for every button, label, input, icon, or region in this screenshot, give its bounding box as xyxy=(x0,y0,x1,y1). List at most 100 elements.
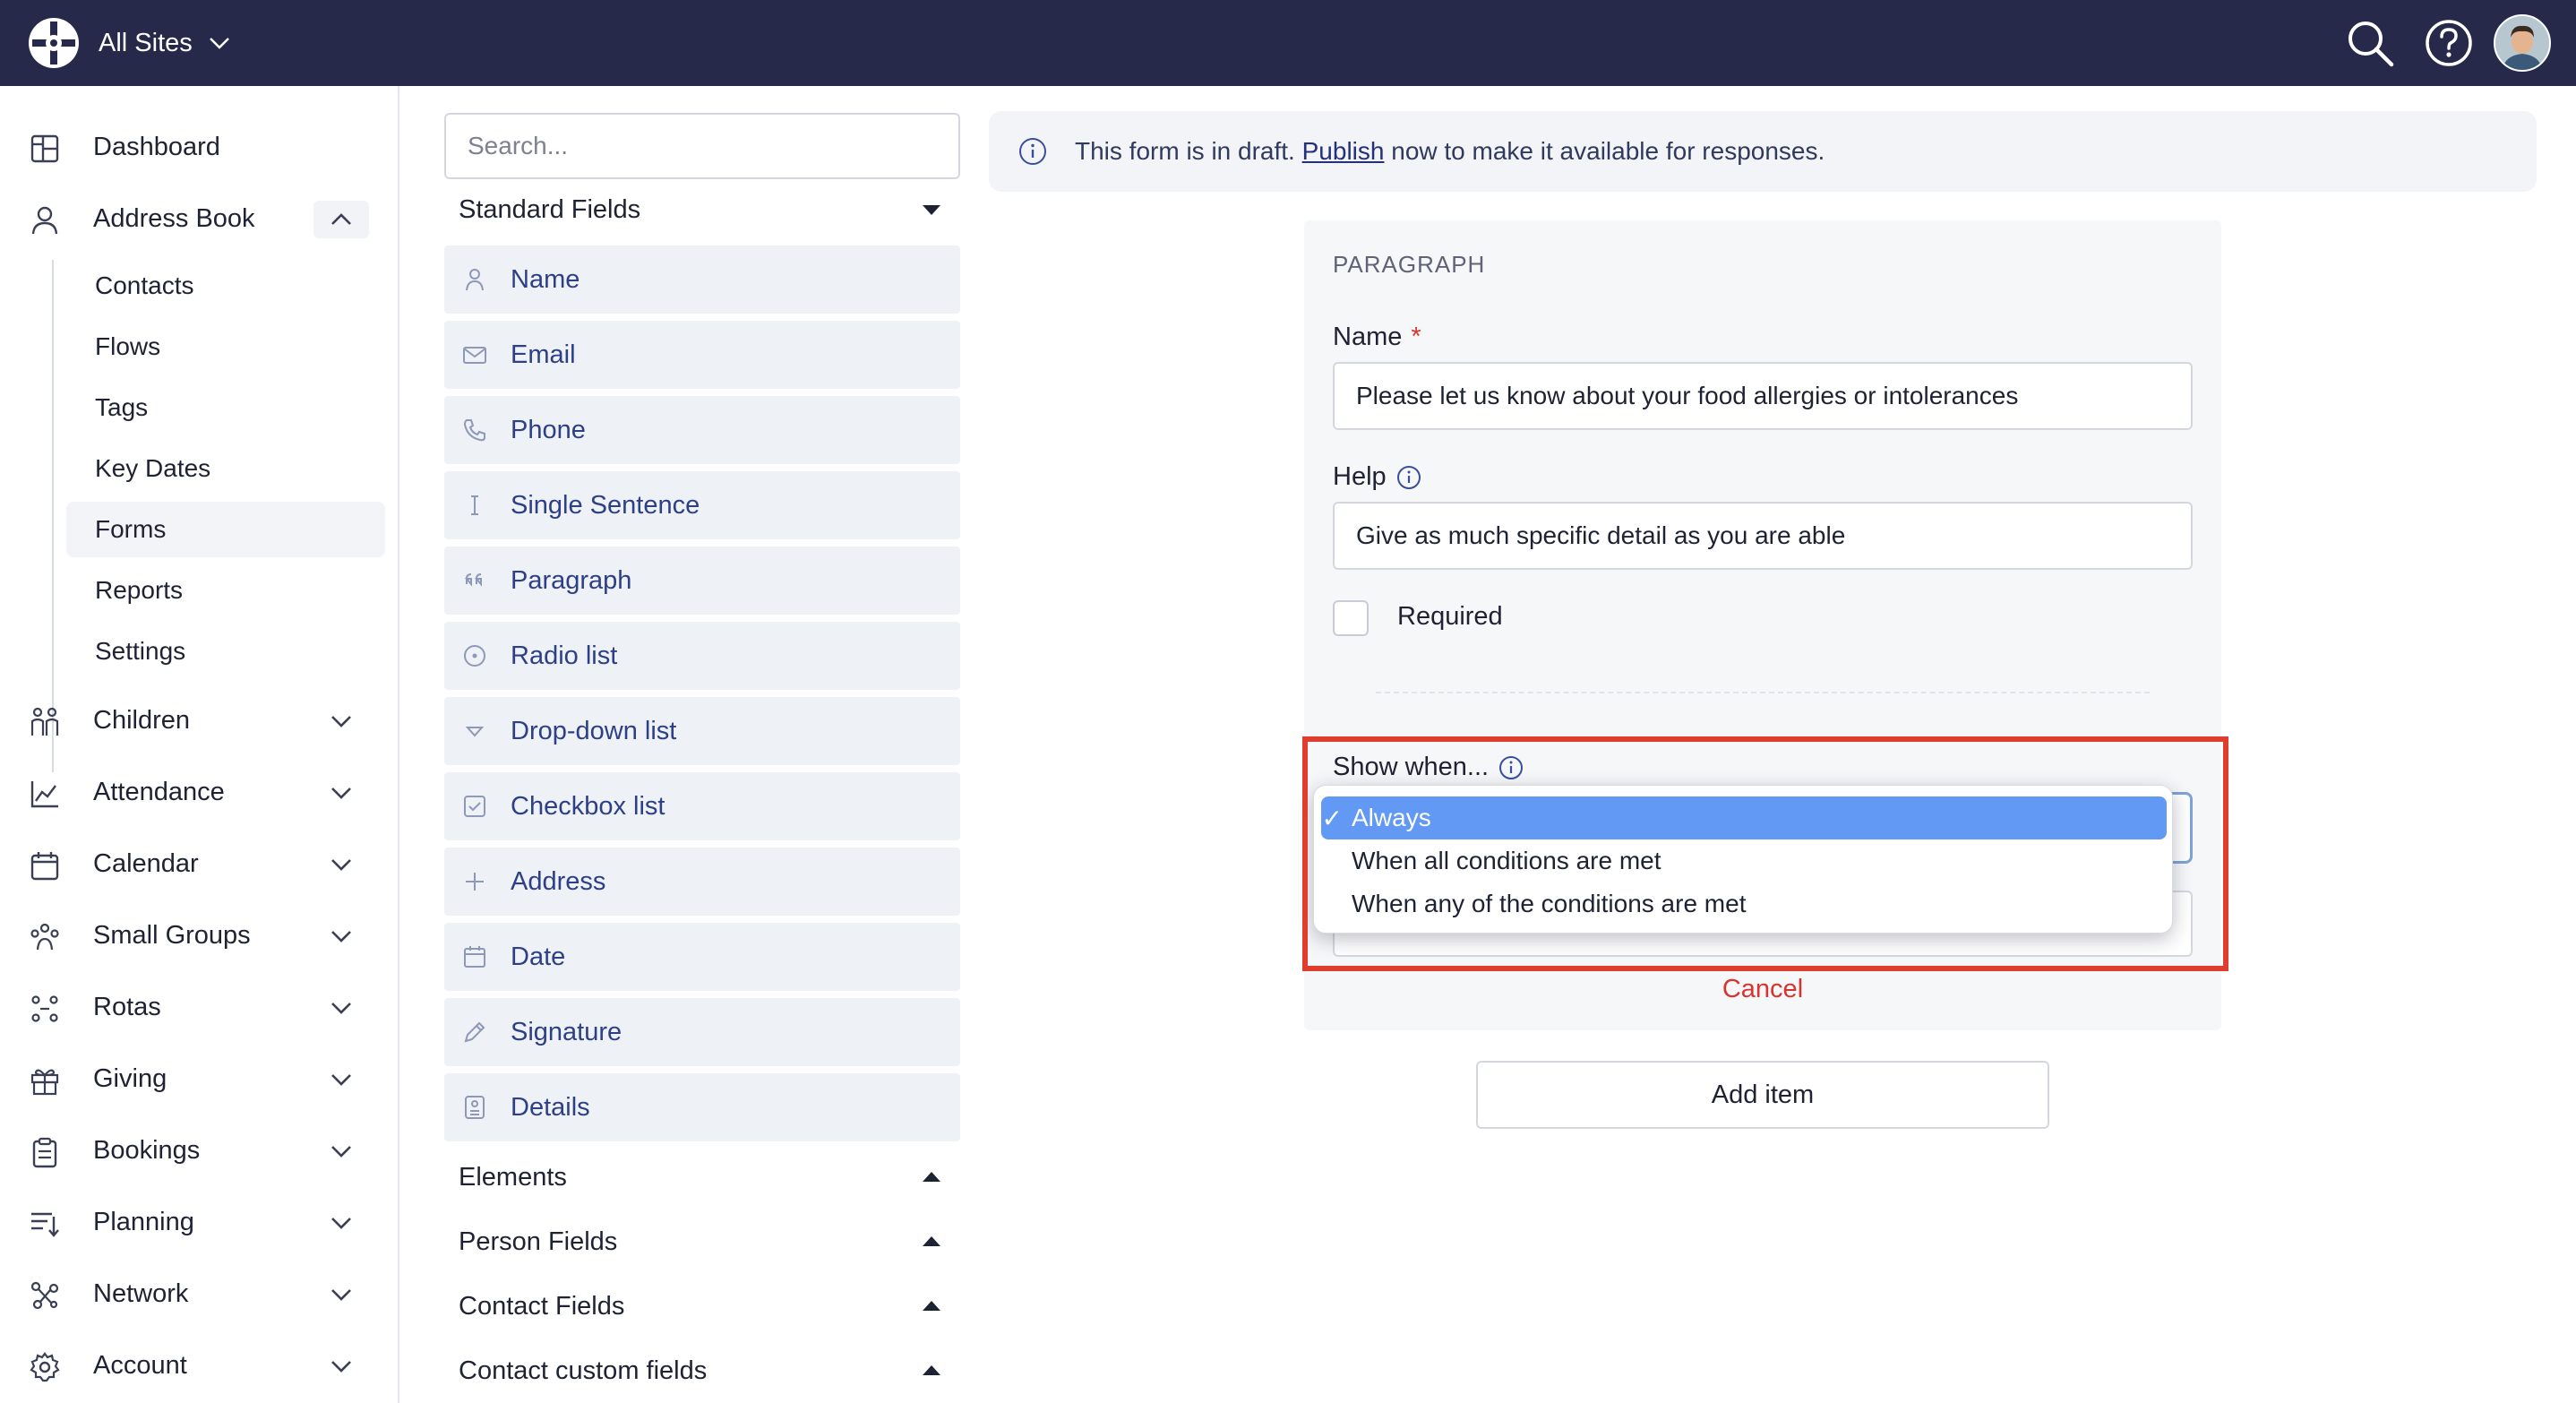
envelope-icon xyxy=(460,340,489,369)
checkbox-icon xyxy=(460,792,489,821)
children-icon xyxy=(29,706,61,738)
field-label: Paragraph xyxy=(511,565,632,595)
network-icon xyxy=(29,1279,61,1312)
field-label: Single Sentence xyxy=(511,490,700,520)
field-item-phone[interactable]: Phone xyxy=(444,396,960,464)
name-label: Name * xyxy=(1333,323,1421,352)
banner-text-before: This form is in draft. xyxy=(1075,137,1295,165)
field-item-checkbox-list[interactable]: Checkbox list xyxy=(444,772,960,840)
help-input[interactable] xyxy=(1333,502,2193,570)
info-icon[interactable] xyxy=(1395,464,1422,491)
elements-group-header[interactable]: Elements xyxy=(459,1152,960,1202)
sidebar-subitem-settings[interactable]: Settings xyxy=(66,624,385,679)
sidebar-item-label: Children xyxy=(93,705,190,735)
cancel-link[interactable]: Cancel xyxy=(1304,975,2221,1004)
groups-icon xyxy=(29,921,61,953)
caret-up-icon xyxy=(921,1168,942,1186)
person-icon xyxy=(29,204,61,237)
info-icon xyxy=(1018,136,1048,167)
name-label-text: Name xyxy=(1333,323,1403,351)
sidebar-item-dashboard[interactable]: Dashboard xyxy=(0,118,399,176)
calendar-icon xyxy=(29,849,61,882)
calendar-icon xyxy=(460,943,489,971)
rotas-icon xyxy=(29,993,61,1025)
sidebar-item-rotas[interactable]: Rotas xyxy=(0,978,399,1036)
field-label: Name xyxy=(511,264,580,294)
field-item-address[interactable]: Address xyxy=(444,848,960,916)
avatar[interactable] xyxy=(2494,14,2551,72)
sidebar-subitem-tags[interactable]: Tags xyxy=(66,380,385,435)
sidebar-item-label: Attendance xyxy=(93,777,225,806)
sidebar-item-children[interactable]: Children xyxy=(0,692,399,749)
details-icon xyxy=(460,1093,489,1122)
sidebar-item-small-groups[interactable]: Small Groups xyxy=(0,907,399,964)
field-label: Signature xyxy=(511,1017,623,1046)
field-label: Checkbox list xyxy=(511,791,665,821)
field-label: Radio list xyxy=(511,641,618,670)
top-bar: All Sites xyxy=(0,0,2576,86)
publish-link[interactable]: Publish xyxy=(1302,137,1385,165)
sidebar-item-planning[interactable]: Planning xyxy=(0,1193,399,1251)
search-icon[interactable] xyxy=(2343,16,2397,70)
sidebar-item-label: Planning xyxy=(93,1207,194,1236)
sidebar-subitem-reports[interactable]: Reports xyxy=(66,563,385,618)
triangle-down-icon xyxy=(460,717,489,745)
planning-icon xyxy=(29,1208,61,1240)
field-search-input[interactable] xyxy=(444,113,960,179)
help-label-text: Help xyxy=(1333,462,1387,491)
sidebar-item-account[interactable]: Account xyxy=(0,1337,399,1394)
chevron-down-icon xyxy=(328,1066,355,1093)
person-fields-group-header[interactable]: Person Fields xyxy=(459,1217,960,1267)
plus-icon xyxy=(460,867,489,896)
field-item-drop-down-list[interactable]: Drop-down list xyxy=(444,697,960,765)
field-item-details[interactable]: Details xyxy=(444,1073,960,1141)
standard-fields-group-header[interactable]: Standard Fields xyxy=(459,185,960,235)
sidebar-item-giving[interactable]: Giving xyxy=(0,1050,399,1107)
name-input[interactable] xyxy=(1333,362,2193,430)
contact-fields-group-header[interactable]: Contact Fields xyxy=(459,1281,960,1331)
chart-icon xyxy=(29,778,61,810)
sidebar-item-address-book[interactable]: Address Book xyxy=(0,190,399,247)
group-label: Elements xyxy=(459,1162,567,1192)
radio-icon xyxy=(460,641,489,670)
field-label: Details xyxy=(511,1092,590,1122)
sidebar-subitem-key-dates[interactable]: Key Dates xyxy=(66,441,385,496)
sidebar-item-calendar[interactable]: Calendar xyxy=(0,835,399,892)
required-label: Required xyxy=(1397,602,1503,631)
field-label: Phone xyxy=(511,415,586,444)
banner-text: This form is in draft. Publish now to ma… xyxy=(1075,137,1825,166)
field-item-date[interactable]: Date xyxy=(444,923,960,991)
help-icon[interactable] xyxy=(2422,16,2476,70)
sidebar-item-attendance[interactable]: Attendance xyxy=(0,763,399,821)
sidebar-subitem-contacts[interactable]: Contacts xyxy=(66,258,385,314)
contact-custom-fields-group-header[interactable]: Contact custom fields xyxy=(459,1346,960,1396)
sidebar-item-bookings[interactable]: Bookings xyxy=(0,1122,399,1179)
site-switcher-label: All Sites xyxy=(99,28,193,57)
field-item-radio-list[interactable]: Radio list xyxy=(444,622,960,690)
draft-banner: This form is in draft. Publish now to ma… xyxy=(989,111,2537,192)
chevron-down-icon xyxy=(209,36,230,50)
field-item-single-sentence[interactable]: Single Sentence xyxy=(444,471,960,539)
sidebar-subitem-forms[interactable]: Forms xyxy=(66,502,385,557)
chevron-down-icon xyxy=(328,1353,355,1380)
group-label: Standard Fields xyxy=(459,194,641,224)
chevron-down-icon xyxy=(328,1138,355,1165)
sidebar-item-label: Calendar xyxy=(93,848,199,878)
field-item-email[interactable]: Email xyxy=(444,321,960,389)
add-item-button[interactable]: Add item xyxy=(1476,1061,2049,1129)
field-item-signature[interactable]: Signature xyxy=(444,998,960,1066)
required-checkbox[interactable] xyxy=(1333,600,1369,636)
sidebar-item-label: Giving xyxy=(93,1063,167,1093)
field-item-name[interactable]: Name xyxy=(444,245,960,314)
site-switcher[interactable]: All Sites xyxy=(99,0,230,86)
field-item-paragraph[interactable]: Paragraph xyxy=(444,547,960,615)
globe-logo-icon[interactable] xyxy=(27,16,81,70)
chevron-down-icon xyxy=(328,1209,355,1236)
sidebar-subitem-flows[interactable]: Flows xyxy=(66,319,385,374)
sidebar-item-label: Network xyxy=(93,1278,189,1308)
sidebar-item-label: Account xyxy=(93,1350,187,1380)
highlight-annotation-box xyxy=(1302,736,2228,971)
chevron-down-icon xyxy=(328,923,355,950)
sidebar-item-network[interactable]: Network xyxy=(0,1265,399,1322)
gear-icon xyxy=(29,1351,61,1383)
